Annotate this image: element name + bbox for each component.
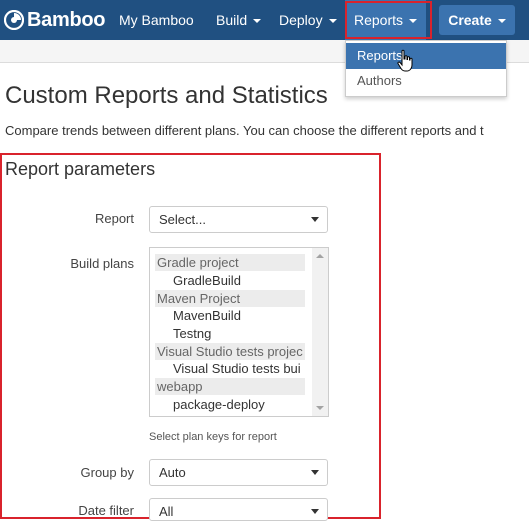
build-plans-listbox[interactable]: Gradle project GradleBuild Maven Project… <box>149 247 329 417</box>
hand-cursor-icon <box>396 49 416 78</box>
plan-option[interactable]: package-deploy <box>173 396 307 413</box>
plan-option[interactable]: GradleBuild <box>173 272 307 289</box>
dropdown-arrow-icon <box>311 470 319 475</box>
plan-group: Visual Studio tests projec <box>155 343 305 360</box>
group-by-select[interactable]: Auto <box>149 459 328 486</box>
chevron-down-icon <box>497 19 506 24</box>
plan-option[interactable]: Testng <box>173 325 307 342</box>
report-parameters-title: Report parameters <box>5 159 156 179</box>
plan-option[interactable]: Visual Studio tests bui <box>173 360 307 377</box>
create-button[interactable]: Create <box>439 5 515 35</box>
plan-option[interactable]: MavenBuild <box>173 307 307 324</box>
nav-build[interactable]: Build <box>216 0 262 40</box>
report-label: Report <box>94 211 134 226</box>
plan-group: Maven Project <box>155 290 305 307</box>
nav-reports[interactable]: Reports <box>345 0 427 40</box>
dropdown-arrow-icon <box>311 217 319 222</box>
menu-item-authors[interactable]: Authors <box>346 68 506 94</box>
chevron-down-icon <box>409 19 418 24</box>
nav-my-bamboo-label: My Bamboo <box>119 12 194 28</box>
build-plans-help-text: Select plan keys for report <box>149 431 277 443</box>
nav-my-bamboo[interactable]: My Bamboo <box>119 0 194 40</box>
plan-group: webapp <box>155 378 305 395</box>
group-by-select-value: Auto <box>159 465 186 480</box>
group-by-label: Group by <box>80 465 134 480</box>
menu-item-reports[interactable]: Reports <box>346 43 506 69</box>
date-filter-select-value: All <box>159 504 174 519</box>
build-plans-label: Build plans <box>70 256 134 271</box>
chevron-down-icon <box>328 19 337 24</box>
report-select-value: Select... <box>159 212 206 227</box>
dropdown-arrow-icon <box>311 509 319 514</box>
date-filter-label: Date filter <box>78 503 134 518</box>
nav-deploy-label: Deploy <box>279 12 323 28</box>
reports-dropdown-menu: Reports Authors <box>345 40 507 97</box>
bamboo-logo-icon <box>3 9 25 31</box>
page-description: Compare trends between different plans. … <box>5 123 484 138</box>
nav-reports-label: Reports <box>354 12 404 28</box>
create-button-label: Create <box>448 12 492 28</box>
report-select[interactable]: Select... <box>149 206 328 233</box>
page-title: Custom Reports and Statistics <box>5 82 328 109</box>
date-filter-select[interactable]: All <box>149 498 328 521</box>
listbox-scrollbar[interactable] <box>312 248 328 416</box>
chevron-down-icon <box>253 19 262 24</box>
top-nav-bar: Bamboo My Bamboo Build Deploy Reports Cr… <box>0 0 529 40</box>
plan-group: Gradle project <box>155 254 305 271</box>
scroll-up-arrow-icon[interactable] <box>316 254 324 258</box>
nav-build-label: Build <box>216 12 248 28</box>
bamboo-logo-text: Bamboo <box>27 8 106 31</box>
bamboo-logo[interactable]: Bamboo <box>3 8 106 32</box>
scroll-down-arrow-icon[interactable] <box>316 406 324 410</box>
nav-deploy[interactable]: Deploy <box>279 0 337 40</box>
